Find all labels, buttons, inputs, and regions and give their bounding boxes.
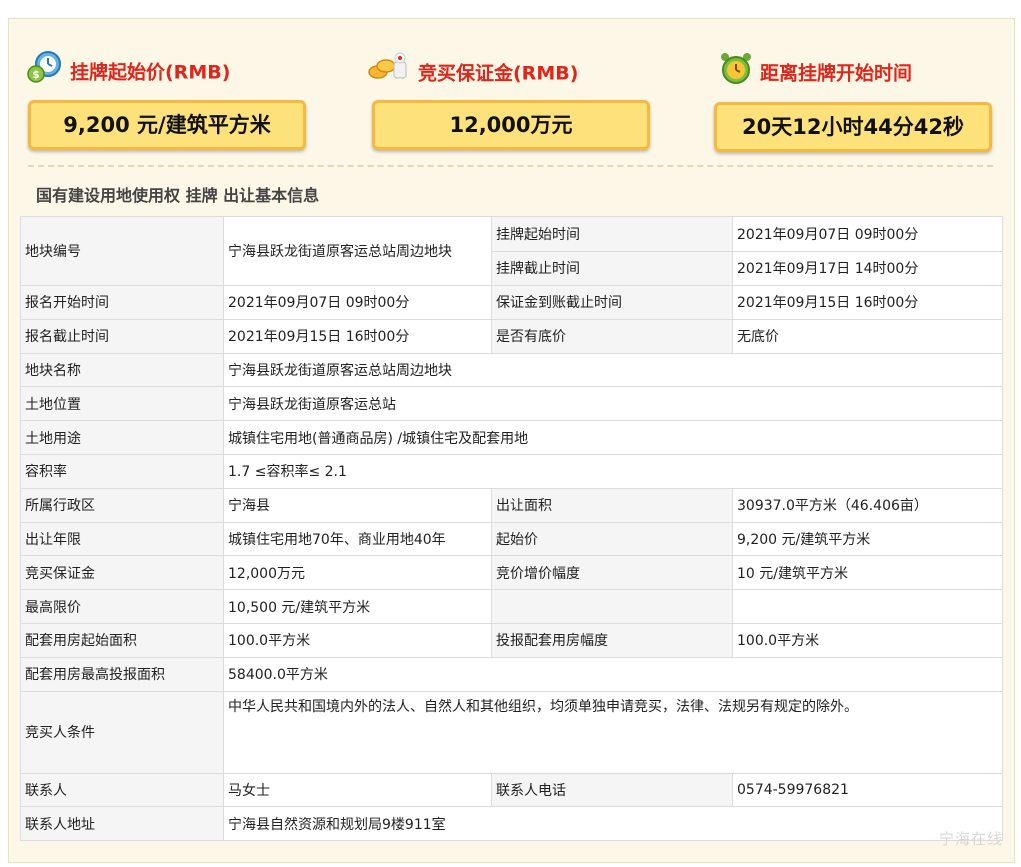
location-value: 宁海县跃龙街道原客运总站 (223, 386, 1003, 422)
term-value: 城镇住宅用地70年、商业用地40年 (223, 521, 492, 557)
deposit-value: 12,000万元 (223, 555, 492, 591)
contact-label: 联系人 (20, 772, 224, 808)
table-row: 联系人地址 宁海县自然资源和规划局9楼911室 (20, 806, 1003, 842)
stat-countdown-value: 20天12小时44分42秒 (714, 102, 992, 152)
address-label: 联系人地址 (20, 806, 224, 842)
table-row: 报名截止时间 2021年09月15日 16时00分 是否有底价 无底价 (20, 318, 1003, 354)
parcel-no-label: 地块编号 (20, 216, 224, 286)
table-row: 竞买人条件 中华人民共和国境内外的法人、自然人和其他组织，均须单独申请竞买，法律… (20, 690, 1003, 774)
phone-value: 0574-59976821 (732, 772, 1003, 808)
stat-start-price-label: 挂牌起始价(RMB) (70, 61, 231, 84)
stat-countdown-title: 距离挂牌开始时间 (718, 50, 912, 86)
table-row: 容积率 1.7 ≤容积率≤ 2.1 (20, 453, 1003, 489)
start-price-value: 9,200 元/建筑平方米 (732, 521, 1003, 557)
money-clock-icon: $ (26, 50, 64, 96)
table-row: 地块编号 宁海县跃龙街道原客运总站周边地块 挂牌起始时间 2021年09月07日… (20, 216, 1003, 286)
usage-value: 城镇住宅用地(普通商品房) /城镇住宅及配套用地 (223, 420, 1003, 455)
supp-start-label: 配套用房起始面积 (20, 622, 224, 658)
start-price-label: 起始价 (491, 521, 733, 557)
listing-end-label: 挂牌截止时间 (491, 250, 733, 286)
listing-start-label: 挂牌起始时间 (491, 216, 733, 252)
empty-cell (732, 589, 1003, 624)
supp-max-label: 配套用房最高投报面积 (20, 656, 224, 692)
stat-start-price-value: 9,200 元/建筑平方米 (28, 100, 306, 150)
usage-label: 土地用途 (20, 420, 224, 455)
increment-value: 10 元/建筑平方米 (732, 555, 1003, 591)
page: $ 挂牌起始价(RMB) 9,200 元/建筑平方米 竞买保证金(RMB) 12… (0, 0, 1021, 867)
table-row: 土地用途 城镇住宅用地(普通商品房) /城镇住宅及配套用地 (20, 420, 1003, 455)
table-row: 所属行政区 宁海县 出让面积 30937.0平方米（46.406亩） (20, 487, 1003, 523)
supp-max-value: 58400.0平方米 (223, 656, 1003, 692)
bidder-value: 中华人民共和国境内外的法人、自然人和其他组织，均须单独申请竞买，法律、法规另有规… (223, 690, 1003, 774)
reserve-label: 是否有底价 (491, 318, 733, 354)
stat-countdown-label: 距离挂牌开始时间 (760, 62, 913, 85)
stat-start-price: $ 挂牌起始价(RMB) 9,200 元/建筑平方米 (26, 40, 316, 160)
watermark: 宁海在线 (938, 830, 1003, 848)
table-row: 地块名称 宁海县跃龙街道原客运总站周边地块 (20, 352, 1003, 388)
parcel-name-value: 宁海县跃龙街道原客运总站周边地块 (223, 352, 1003, 388)
table-row: 竞买保证金 12,000万元 竞价增价幅度 10 元/建筑平方米 (20, 555, 1003, 591)
max-price-label: 最高限价 (20, 589, 224, 624)
far-value: 1.7 ≤容积率≤ 2.1 (223, 453, 1003, 489)
bidder-label: 竞买人条件 (20, 690, 224, 774)
listing-start-value: 2021年09月07日 09时00分 (732, 216, 1003, 252)
empty-cell (491, 589, 733, 624)
area-value: 30937.0平方米（46.406亩） (732, 487, 1003, 523)
reg-end-label: 报名截止时间 (20, 318, 224, 354)
table-row: 土地位置 宁海县跃龙街道原客运总站 (20, 386, 1003, 422)
reg-start-value: 2021年09月07日 09时00分 (223, 285, 492, 320)
reserve-value: 无底价 (732, 318, 1003, 354)
term-label: 出让年限 (20, 521, 224, 557)
stat-deposit-label: 竞买保证金(RMB) (418, 62, 579, 85)
stat-deposit-value: 12,000万元 (372, 100, 650, 150)
table-row: 联系人 马女士 联系人电话 0574-59976821 (20, 772, 1003, 808)
increment-label: 竞价增价幅度 (491, 555, 733, 591)
supp-start-value: 100.0平方米 (223, 622, 492, 658)
section-title: 国有建设用地使用权 挂牌 出让基本信息 (36, 186, 320, 205)
address-value: 宁海县自然资源和规划局9楼911室 (223, 806, 1003, 842)
table-row: 配套用房起始面积 100.0平方米 投报配套用房幅度 100.0平方米 (20, 622, 1003, 658)
stat-deposit: 竞买保证金(RMB) 12,000万元 (366, 40, 656, 160)
table-row: 出让年限 城镇住宅用地70年、商业用地40年 起始价 9,200 元/建筑平方米 (20, 521, 1003, 557)
phone-label: 联系人电话 (491, 772, 733, 808)
reg-end-value: 2021年09月15日 16时00分 (223, 318, 492, 354)
area-label: 出让面积 (491, 487, 733, 523)
parcel-name-label: 地块名称 (20, 352, 224, 388)
contact-value: 马女士 (223, 772, 492, 808)
district-value: 宁海县 (223, 487, 492, 523)
deposit-deadline-value: 2021年09月15日 16时00分 (732, 285, 1003, 320)
deposit-deadline-label: 保证金到账截止时间 (491, 285, 733, 320)
reg-start-label: 报名开始时间 (20, 285, 224, 320)
stat-countdown: 距离挂牌开始时间 20天12小时44分42秒 (714, 40, 1008, 160)
land-info-table: 地块编号 宁海县跃龙街道原客运总站周边地块 挂牌起始时间 2021年09月07日… (20, 216, 1003, 842)
table-row: 报名开始时间 2021年09月07日 09时00分 保证金到账截止时间 2021… (20, 285, 1003, 320)
listing-end-value: 2021年09月17日 14时00分 (732, 250, 1003, 286)
table-row: 最高限价 10,500 元/建筑平方米 (20, 589, 1003, 624)
svg-text:$: $ (32, 68, 40, 81)
max-price-value: 10,500 元/建筑平方米 (223, 589, 492, 624)
district-label: 所属行政区 (20, 487, 224, 523)
parcel-no-value: 宁海县跃龙街道原客运总站周边地块 (223, 216, 492, 286)
supp-step-label: 投报配套用房幅度 (491, 622, 733, 658)
table-row: 配套用房最高投报面积 58400.0平方米 (20, 656, 1003, 692)
gold-coins-icon (366, 50, 412, 98)
alarm-clock-icon (718, 50, 754, 98)
supp-step-value: 100.0平方米 (732, 622, 1003, 658)
dashed-divider (28, 165, 993, 167)
stat-deposit-title: 竞买保证金(RMB) (366, 50, 578, 86)
far-label: 容积率 (20, 453, 224, 489)
location-label: 土地位置 (20, 386, 224, 422)
stat-start-price-title: $ 挂牌起始价(RMB) (26, 50, 230, 86)
deposit-label: 竞买保证金 (20, 555, 224, 591)
